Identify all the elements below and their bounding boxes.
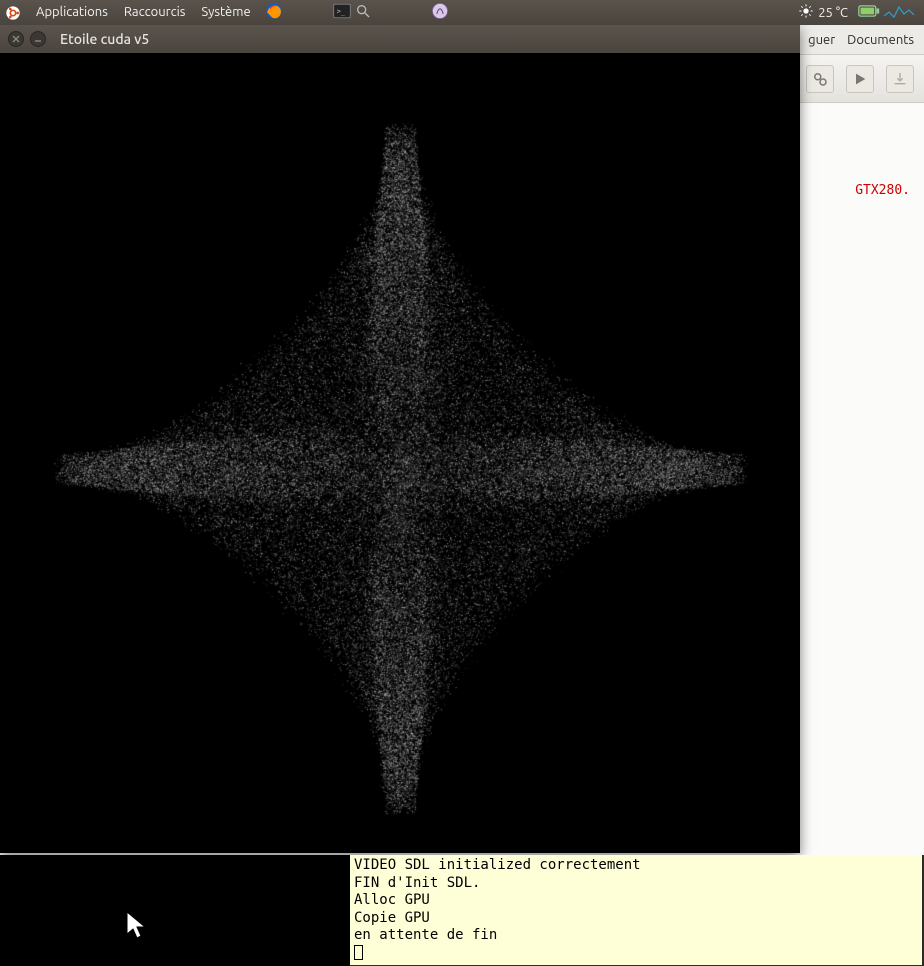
svg-text:>_: >_	[336, 7, 345, 15]
shortcuts-menu[interactable]: Raccourcis	[116, 0, 194, 25]
ide-error-text: GTX280.	[855, 183, 910, 198]
minimize-button[interactable]	[30, 31, 46, 47]
system-menu[interactable]: Système	[193, 0, 258, 25]
terminal-line: Copie GPU	[354, 910, 918, 928]
applications-menu[interactable]: Applications	[28, 0, 116, 25]
particle-visualization-canvas[interactable]	[0, 53, 800, 853]
desktop-background	[0, 855, 350, 966]
temperature-text: 25 °C	[818, 6, 848, 20]
cpu-graph-icon	[884, 4, 914, 21]
app-launcher-icon[interactable]	[431, 2, 449, 23]
sun-icon	[798, 3, 814, 22]
terminal-launcher-icon[interactable]: >_	[333, 3, 351, 22]
ide-menu-item[interactable]: Documents	[847, 33, 914, 47]
battery-applet[interactable]	[858, 4, 914, 21]
ubuntu-logo-icon[interactable]	[4, 4, 22, 22]
terminal-line: en attente de fin	[354, 927, 918, 945]
terminal-line: Alloc GPU	[354, 892, 918, 910]
terminal-line: VIDEO SDL initialized correctement	[354, 857, 918, 875]
close-button[interactable]	[8, 31, 24, 47]
search-icon[interactable]	[355, 3, 371, 22]
terminal-line: FIN d'Init SDL.	[354, 875, 918, 893]
run-button[interactable]	[846, 65, 874, 93]
window-titlebar[interactable]: Etoile cuda v5	[0, 25, 800, 53]
ide-menu-item[interactable]: guer	[808, 33, 835, 47]
firefox-icon[interactable]	[265, 2, 283, 23]
etoile-cuda-window: Etoile cuda v5	[0, 25, 800, 853]
battery-icon	[858, 4, 880, 21]
window-title: Etoile cuda v5	[60, 31, 149, 47]
download-button[interactable]	[886, 65, 914, 93]
terminal-cursor	[354, 945, 363, 960]
weather-applet[interactable]: 25 °C	[798, 3, 848, 22]
build-settings-button[interactable]	[806, 65, 834, 93]
gnome-top-panel: Applications Raccourcis Système >_ 25 °C	[0, 0, 924, 25]
terminal-output[interactable]: VIDEO SDL initialized correctement FIN d…	[350, 855, 922, 965]
